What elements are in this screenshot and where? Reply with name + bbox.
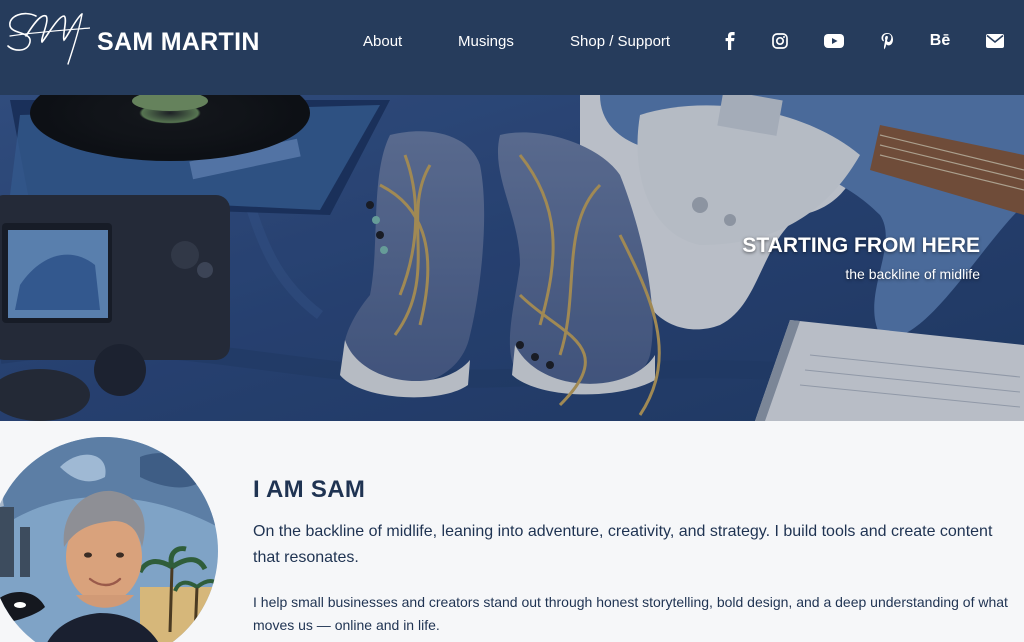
avatar <box>0 437 218 642</box>
behance-icon[interactable]: Bē <box>927 30 953 52</box>
hero-banner: STARTING FROM HERE the backline of midli… <box>0 95 1024 421</box>
hero-title: STARTING FROM HERE <box>742 234 980 257</box>
instagram-icon[interactable] <box>769 30 791 52</box>
about-lead-paragraph: On the backline of midlife, leaning into… <box>253 523 993 566</box>
youtube-icon[interactable] <box>823 30 845 52</box>
facebook-icon[interactable] <box>719 30 741 52</box>
logo-monogram-icon[interactable] <box>6 6 90 66</box>
nav-about[interactable]: About <box>363 33 402 50</box>
pinterest-icon[interactable] <box>876 30 898 52</box>
nav-shop-support[interactable]: Shop / Support <box>570 33 670 50</box>
about-heading: I AM SAM <box>253 476 366 503</box>
about-body-paragraph: I help small businesses and creators sta… <box>253 594 1008 633</box>
hero-still-life-image <box>0 95 1024 421</box>
site-header: SAM MARTIN About Musings Shop / Support … <box>0 0 1024 95</box>
brand-name[interactable]: SAM MARTIN <box>97 28 260 57</box>
hero-subtitle: the backline of midlife <box>845 266 980 282</box>
nav-musings[interactable]: Musings <box>458 33 514 50</box>
email-icon[interactable] <box>984 30 1006 52</box>
avatar-portrait-image <box>0 437 218 642</box>
